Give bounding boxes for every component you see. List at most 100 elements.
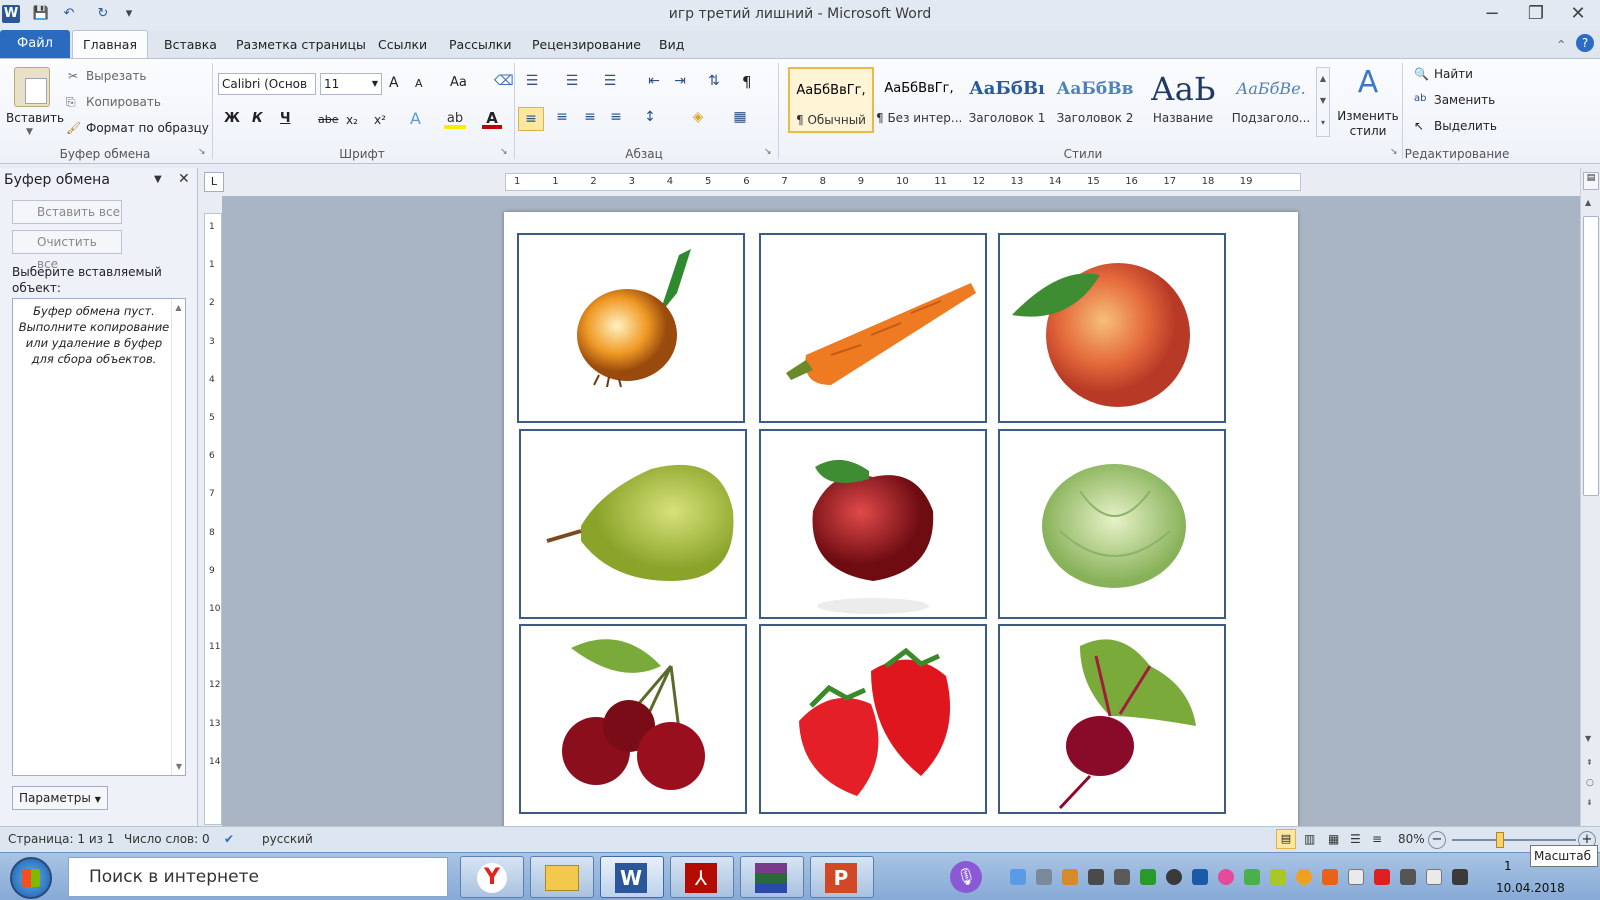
minimize-button[interactable]: − xyxy=(1470,0,1514,28)
change-styles-icon[interactable]: A xyxy=(1350,65,1386,100)
format-painter-icon[interactable]: 🖌 xyxy=(66,121,81,135)
clock-time[interactable]: 1 xyxy=(1504,859,1512,873)
replace-button[interactable]: Заменить xyxy=(1434,93,1495,107)
scroll-down-icon[interactable]: ▼ xyxy=(1585,734,1591,743)
change-styles-button[interactable]: Изменить стили xyxy=(1336,109,1400,139)
paste-dropdown-icon[interactable]: ▼ xyxy=(26,127,33,137)
pane-close-icon[interactable]: ✕ xyxy=(178,171,190,187)
find-icon[interactable]: 🔍 xyxy=(1414,67,1429,81)
numbering-icon[interactable]: ☰ xyxy=(562,73,582,89)
microphone-icon[interactable]: 🎙 xyxy=(950,861,982,893)
replace-icon[interactable]: ab xyxy=(1414,93,1426,104)
page-count[interactable]: Страница: 1 из 1 xyxy=(8,832,114,846)
cut-button[interactable]: Вырезать xyxy=(86,69,147,83)
full-screen-reading-icon[interactable]: ▥ xyxy=(1304,832,1315,846)
paste-icon[interactable] xyxy=(14,67,50,107)
next-page-icon[interactable]: ⇟ xyxy=(1586,798,1593,807)
italic-button[interactable]: К xyxy=(252,111,263,126)
style-heading-1[interactable]: АаБбВı Заголовок 1 xyxy=(964,67,1050,133)
tray-icon[interactable] xyxy=(1322,869,1338,885)
font-launcher-icon[interactable]: ↘ xyxy=(500,147,508,157)
tab-references[interactable]: Ссылки xyxy=(378,37,427,52)
help-icon[interactable]: ? xyxy=(1576,34,1594,52)
word-count[interactable]: Число слов: 0 xyxy=(124,832,210,846)
styles-scroll[interactable]: ▲ ▼ ▾ xyxy=(1316,67,1330,137)
tray-icon[interactable] xyxy=(1166,869,1182,885)
tab-view[interactable]: Вид xyxy=(659,37,684,52)
increase-indent-icon[interactable]: ⇥ xyxy=(670,73,690,89)
restore-button[interactable]: ❐ xyxy=(1514,0,1558,28)
prev-page-icon[interactable]: ⇞ xyxy=(1586,758,1593,767)
search-input[interactable]: Поиск в интернете xyxy=(68,857,448,897)
tab-insert[interactable]: Вставка xyxy=(164,37,217,52)
tray-icon[interactable] xyxy=(1218,869,1234,885)
options-button[interactable]: Параметры ▼ xyxy=(12,786,108,810)
justify-icon[interactable]: ≡ xyxy=(606,109,626,125)
font-name-combo[interactable]: Calibri (Основ xyxy=(218,73,316,95)
taskbar-word[interactable]: W xyxy=(600,856,664,898)
style-subtitle[interactable]: АаБбВе. Подзаголо... xyxy=(1228,67,1314,133)
clipboard-items-list[interactable]: Буфер обмена пуст. Выполните копирование… xyxy=(12,298,186,776)
taskbar-explorer[interactable] xyxy=(530,856,594,898)
paste-button[interactable]: Вставить xyxy=(6,111,64,125)
clear-all-button[interactable]: Очистить все xyxy=(12,230,122,271)
network-icon[interactable] xyxy=(1452,869,1468,885)
find-button[interactable]: Найти xyxy=(1434,67,1473,81)
browse-object-icon[interactable]: ○ xyxy=(1586,778,1594,788)
style-normal[interactable]: АаБбВвГг, ¶ Обычный xyxy=(788,67,874,133)
proofing-icon[interactable]: ✔ xyxy=(224,832,234,846)
taskbar-yandex[interactable]: Y xyxy=(460,856,524,898)
shrink-font-icon[interactable]: A xyxy=(415,77,423,90)
tab-selector[interactable]: L xyxy=(204,172,224,192)
pane-menu-icon[interactable]: ▼ xyxy=(154,174,162,185)
zoom-level[interactable]: 80% xyxy=(1398,832,1425,846)
scroll-thumb[interactable] xyxy=(1583,216,1599,496)
taskbar-winrar[interactable] xyxy=(740,856,804,898)
tray-icon[interactable] xyxy=(1010,869,1026,885)
highlight-icon[interactable]: ab xyxy=(444,111,466,129)
card-apple[interactable] xyxy=(759,429,987,619)
align-right-icon[interactable]: ≡ xyxy=(580,109,600,125)
minimize-ribbon-icon[interactable]: ⌃ xyxy=(1556,37,1566,52)
align-center-icon[interactable]: ≡ xyxy=(552,109,572,125)
tray-icon[interactable] xyxy=(1036,869,1052,885)
style-title[interactable]: АаЬ Название xyxy=(1140,67,1226,133)
volume-icon[interactable] xyxy=(1400,869,1416,885)
print-layout-icon[interactable]: ▤ xyxy=(1276,829,1296,849)
outline-icon[interactable]: ☰ xyxy=(1350,832,1361,846)
bold-button[interactable]: Ж xyxy=(224,111,240,126)
draft-icon[interactable]: ≡ xyxy=(1372,832,1382,846)
underline-button[interactable]: Ч xyxy=(280,111,291,126)
vertical-scrollbar[interactable]: ▤ ▲ ▼ ⇞ ○ ⇟ xyxy=(1580,168,1600,826)
styles-launcher-icon[interactable]: ↘ xyxy=(1390,147,1398,157)
card-beet[interactable] xyxy=(998,624,1226,814)
text-effects-icon[interactable]: A xyxy=(410,109,421,128)
bullets-icon[interactable]: ☰ xyxy=(522,73,542,89)
tab-review[interactable]: Рецензирование xyxy=(532,37,641,52)
card-pear[interactable] xyxy=(519,429,747,619)
format-painter-button[interactable]: Формат по образцу xyxy=(86,121,209,135)
align-left-icon[interactable]: ≡ xyxy=(518,107,544,131)
line-spacing-icon[interactable]: ↕ xyxy=(640,109,660,125)
clipboard-launcher-icon[interactable]: ↘ xyxy=(198,147,206,157)
multilevel-list-icon[interactable]: ☰ xyxy=(600,73,620,89)
font-size-combo[interactable]: 11 ▼ xyxy=(320,73,382,95)
style-no-spacing[interactable]: АаБбВвГг, ¶ Без интер... xyxy=(876,67,962,133)
superscript-button[interactable]: x² xyxy=(374,113,386,127)
pane-list-scrollbar[interactable]: ▲ ▼ xyxy=(171,299,185,775)
bluetooth-icon[interactable] xyxy=(1192,869,1208,885)
copy-button[interactable]: Копировать xyxy=(86,95,161,109)
copy-icon[interactable]: ⎘ xyxy=(66,95,76,110)
document-page[interactable] xyxy=(504,212,1298,826)
ruler-toggle-icon[interactable]: ▤ xyxy=(1583,172,1599,190)
horizontal-ruler[interactable]: 1 1 2 3 4 5 6 7 8 9 10 11 12 13 14 15 16 17 18 19 xyxy=(505,173,1301,191)
tray-icon[interactable] xyxy=(1270,869,1286,885)
select-button[interactable]: Выделить xyxy=(1434,119,1497,133)
web-layout-icon[interactable]: ▦ xyxy=(1328,832,1339,846)
strikethrough-button[interactable]: abe xyxy=(318,113,339,126)
zoom-slider[interactable] xyxy=(1452,839,1576,841)
tray-icon[interactable] xyxy=(1348,869,1364,885)
start-button[interactable] xyxy=(10,857,52,899)
vertical-ruler[interactable]: 1 1 2 3 4 5 6 7 8 9 10 11 12 13 14 xyxy=(204,213,222,825)
tray-icon[interactable] xyxy=(1114,869,1130,885)
